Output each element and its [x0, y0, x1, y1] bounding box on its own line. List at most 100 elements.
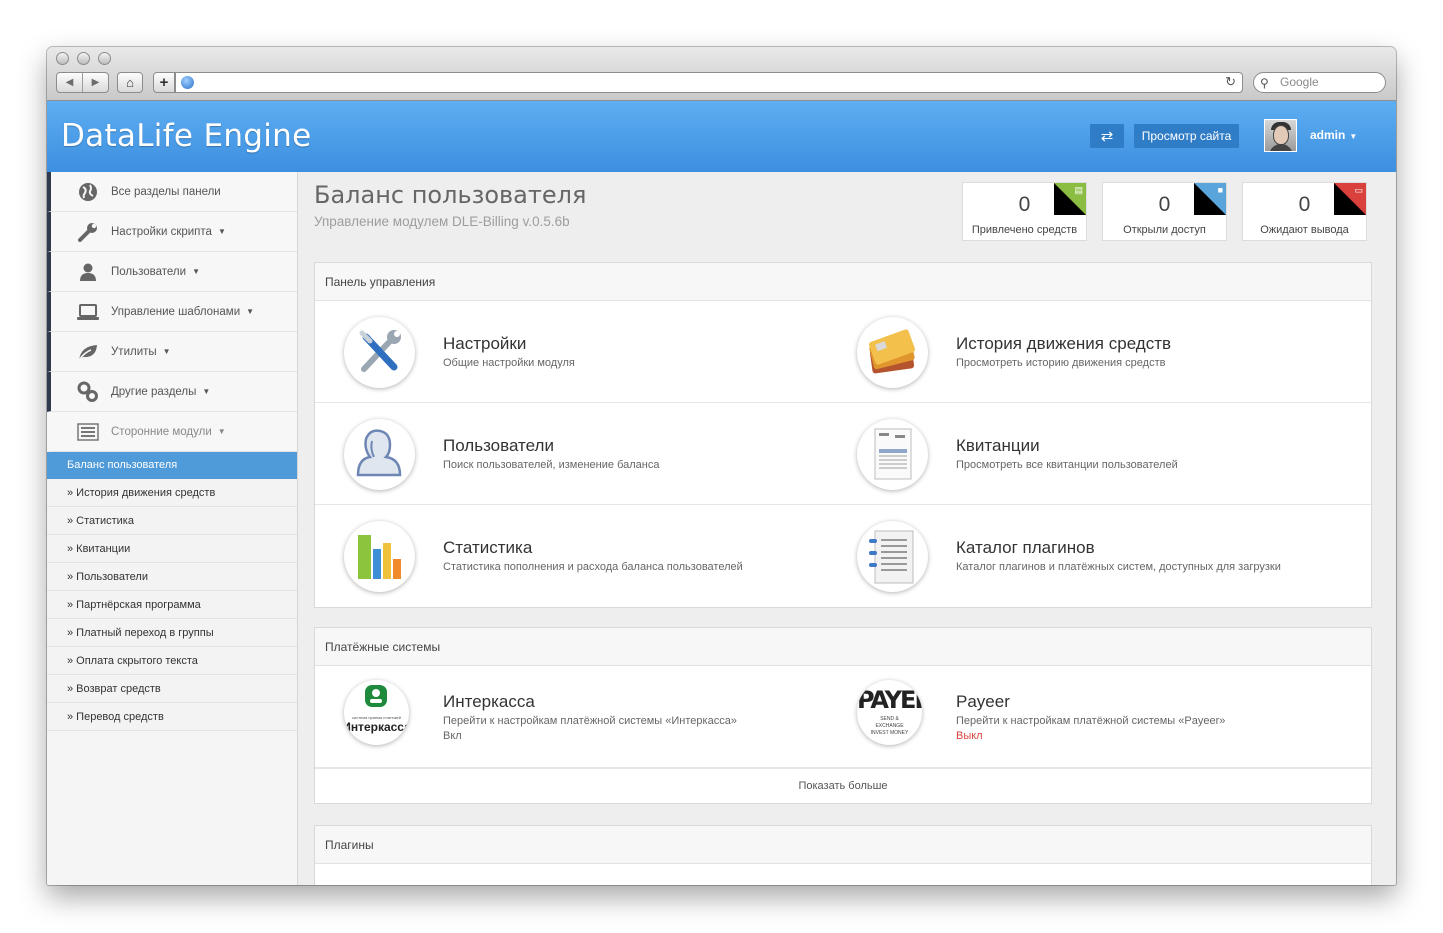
app-header: DataLife Engine ⇄ Просмотр сайта admin ▼ — [47, 101, 1396, 172]
tile-desc: Перейти к настройкам платёжной системы «… — [956, 715, 1226, 727]
sidebar: Все разделы панели Настройки скрипта ▼ П… — [47, 172, 298, 885]
panel-heading: Плагины — [315, 826, 1371, 864]
sidebar-subitem[interactable]: » История движения средств — [47, 479, 297, 507]
interkassa-logo: система приема платежей Интеркасса — [344, 680, 409, 745]
tools-icon — [344, 317, 415, 388]
tile-title: Настройки — [443, 334, 527, 353]
panel-row: Пользователи Поиск пользователей, измене… — [315, 403, 1371, 505]
tile-desc: Перейти к настройкам платёжной системы «… — [443, 715, 737, 727]
tile-title: Статистика — [443, 538, 533, 557]
avatar[interactable] — [1264, 119, 1297, 152]
tile-title: История движения средств — [956, 334, 1172, 353]
sidebar-item-other-sections[interactable]: Другие разделы ▼ — [47, 372, 297, 412]
history-nav: ◀ ▶ — [56, 72, 109, 93]
sidebar-subitem[interactable]: » Оплата скрытого текста — [47, 647, 297, 675]
caret-down-icon: ▼ — [1349, 132, 1358, 141]
tile-title: Пользователи — [443, 436, 554, 455]
new-tab-icon[interactable]: + — [153, 72, 175, 93]
sidebar-item-templates[interactable]: Управление шаблонами ▼ — [47, 292, 297, 332]
user-icon — [77, 261, 99, 283]
tile-title: Интеркасса — [443, 692, 535, 711]
home-icon[interactable]: ⌂ — [117, 72, 143, 93]
payeer-logo-small: SEND & EXCHANGE INVEST MONEY — [870, 716, 909, 736]
view-site-button[interactable]: Просмотр сайта — [1134, 124, 1239, 148]
sidebar-subitem[interactable]: » Перевод средств — [47, 703, 297, 731]
cards-icon — [857, 317, 928, 388]
admin-menu[interactable]: admin ▼ — [1310, 128, 1357, 142]
page-subtitle: Управление модулем DLE-Billing v.0.5.6b — [314, 214, 570, 229]
sidebar-item-utilities[interactable]: Утилиты ▼ — [47, 332, 297, 372]
panel-row: Настройки Общие настройки модуля История… — [315, 301, 1371, 403]
sidebar-item-label: Сторонние модули — [111, 425, 212, 438]
page-title: Баланс пользователя — [314, 181, 587, 209]
main-content: Баланс пользователя Управление модулем D… — [298, 172, 1396, 885]
invoices-tile[interactable]: Квитанции Просмотреть все квитанции поль… — [828, 403, 1340, 504]
sidebar-item-label: Другие разделы — [111, 385, 197, 398]
leaf-icon — [77, 341, 99, 363]
address-bar[interactable]: ↻ — [175, 72, 1243, 93]
switch-icon[interactable]: ⇄ — [1090, 124, 1124, 148]
minimize-window-button[interactable] — [77, 52, 90, 65]
caret-down-icon: ▼ — [162, 347, 171, 356]
globe-icon — [77, 181, 99, 203]
settings-tile[interactable]: Настройки Общие настройки модуля — [315, 301, 827, 402]
statistics-tile[interactable]: Статистика Статистика пополнения и расхо… — [315, 505, 827, 607]
status-badge: Вкл — [443, 730, 462, 742]
sidebar-subitem[interactable]: » Партнёрская программа — [47, 591, 297, 619]
search-placeholder: Google — [1280, 75, 1319, 89]
status-badge: Выкл — [956, 730, 983, 742]
search-icon: ⚲ — [1260, 76, 1269, 90]
tile-title: Каталог плагинов — [956, 538, 1095, 557]
caret-down-icon: ▼ — [217, 427, 226, 436]
sidebar-item-all-sections[interactable]: Все разделы панели — [47, 172, 297, 212]
browser-toolbar: ◀ ▶ ⌂ + ↻ ⚲ Google — [47, 47, 1396, 101]
plugins-panel: Плагины — [314, 825, 1372, 885]
stat-value: 0 — [1298, 193, 1311, 216]
list-icon — [77, 421, 99, 443]
show-more-link[interactable]: Показать больше — [315, 768, 1371, 803]
interkassa-logo-text: Интеркасса — [344, 720, 409, 734]
gears-icon — [77, 381, 99, 403]
forward-arrow-icon[interactable]: ▶ — [83, 73, 108, 92]
zoom-window-button[interactable] — [98, 52, 111, 65]
close-window-button[interactable] — [56, 52, 69, 65]
stat-card-access[interactable]: ■ 0 Открыли доступ — [1102, 182, 1227, 241]
payeer-logo: PAYEER SEND & EXCHANGE INVEST MONEY — [857, 680, 922, 745]
sidebar-item-user-balance[interactable]: Баланс пользователя — [47, 452, 297, 479]
search-input[interactable]: ⚲ Google — [1253, 72, 1386, 93]
brand-logo[interactable]: DataLife Engine — [61, 118, 312, 154]
sidebar-subitem[interactable]: » Статистика — [47, 507, 297, 535]
panel-row: система приема платежей Интеркасса Интер… — [315, 666, 1371, 768]
interkassa-tile[interactable]: система приема платежей Интеркасса Интер… — [315, 666, 827, 767]
panel-heading: Панель управления — [315, 263, 1371, 301]
sidebar-item-label: Утилиты — [111, 345, 157, 358]
stat-card-withdrawal[interactable]: ▭ 0 Ожидают вывода — [1242, 182, 1367, 241]
reload-icon[interactable]: ↻ — [1225, 74, 1236, 90]
back-arrow-icon[interactable]: ◀ — [57, 73, 83, 92]
bar-chart-icon — [344, 521, 415, 592]
sidebar-subitem[interactable]: » Платный переход в группы — [47, 619, 297, 647]
sidebar-item-users[interactable]: Пользователи ▼ — [47, 252, 297, 292]
sidebar-item-script-settings[interactable]: Настройки скрипта ▼ — [47, 212, 297, 252]
caret-down-icon: ▼ — [217, 227, 226, 236]
plugin-catalog-tile[interactable]: Каталог плагинов Каталог плагинов и плат… — [828, 505, 1340, 607]
stat-card-raised[interactable]: ▤ 0 Привлечено средств — [962, 182, 1087, 241]
payment-systems-panel: Платёжные системы система приема платеже… — [314, 627, 1372, 804]
tile-title: Квитанции — [956, 436, 1040, 455]
control-panel: Панель управления Настройки Общие настро… — [314, 262, 1372, 608]
panel-heading: Платёжные системы — [315, 628, 1371, 666]
caret-down-icon: ▼ — [246, 307, 255, 316]
users-tile[interactable]: Пользователи Поиск пользователей, измене… — [315, 403, 827, 504]
sidebar-item-third-party-modules[interactable]: Сторонние модули ▼ — [47, 412, 297, 452]
tile-title: Payeer — [956, 692, 1010, 711]
laptop-icon — [77, 301, 99, 323]
wrench-icon — [77, 221, 99, 243]
history-tile[interactable]: История движения средств Просмотреть ист… — [828, 301, 1340, 402]
sidebar-subitem[interactable]: » Пользователи — [47, 563, 297, 591]
sidebar-subitem[interactable]: » Возврат средств — [47, 675, 297, 703]
sidebar-item-label: Управление шаблонами — [111, 305, 241, 318]
sidebar-item-label: Настройки скрипта — [111, 225, 212, 238]
sidebar-subitem[interactable]: » Квитанции — [47, 535, 297, 563]
globe-icon — [181, 76, 194, 89]
payeer-tile[interactable]: PAYEER SEND & EXCHANGE INVEST MONEY Paye… — [828, 666, 1340, 767]
